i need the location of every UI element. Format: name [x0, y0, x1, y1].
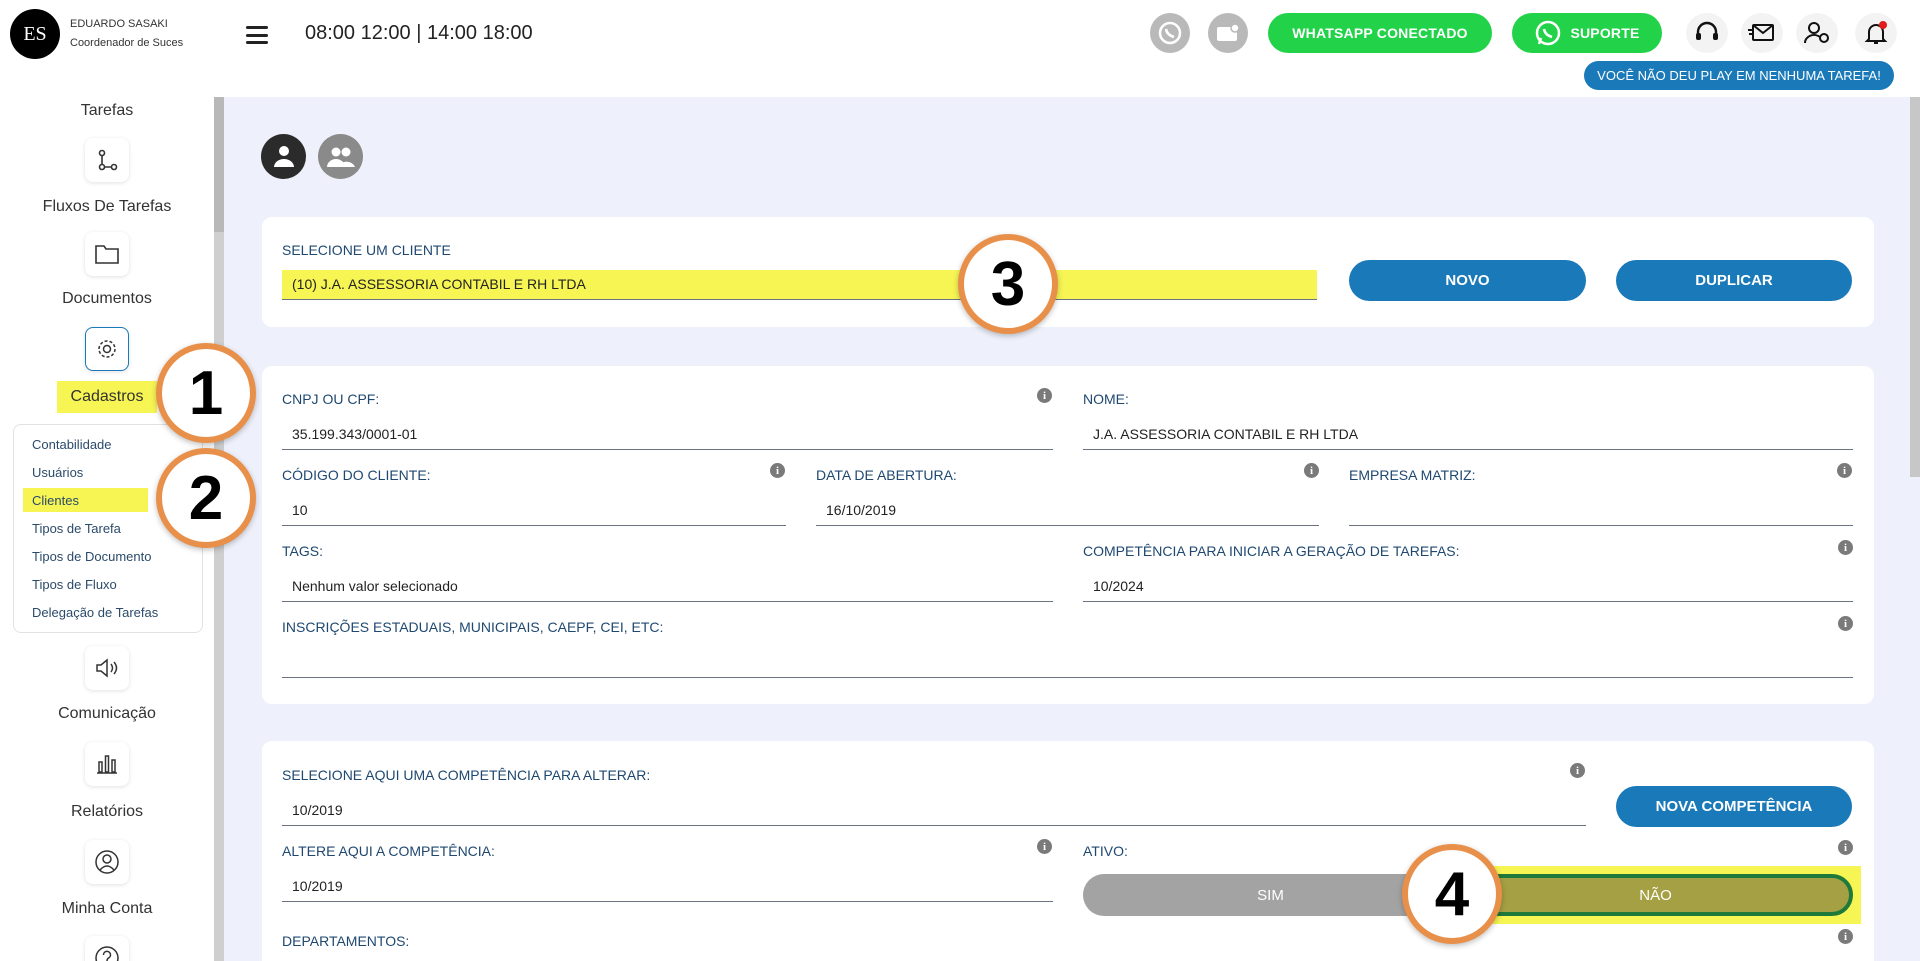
- cnpj-field[interactable]: 35.199.343/0001-01: [282, 420, 1053, 450]
- active-label: ATIVO:: [1083, 843, 1128, 859]
- headset-icon[interactable]: [1686, 13, 1728, 53]
- page-scrollbar-thumb[interactable]: [1910, 97, 1920, 477]
- competence-select-label: SELECIONE AQUI UMA COMPETÊNCIA PARA ALTE…: [282, 767, 651, 783]
- whatsapp-connected-button[interactable]: WHATSAPP CONECTADO: [1268, 13, 1492, 53]
- competence-alter-info-icon[interactable]: i: [1037, 839, 1052, 854]
- support-label: SUPORTE: [1570, 25, 1640, 41]
- opening-date-field[interactable]: 16/10/2019: [816, 496, 1319, 526]
- tags-select[interactable]: Nenhum valor selecionado: [282, 572, 1053, 602]
- client-select-label: SELECIONE UM CLIENTE: [282, 242, 451, 258]
- speaker-icon[interactable]: [85, 646, 129, 690]
- sidebar-item-tarefas[interactable]: Tarefas: [0, 102, 214, 120]
- callout-badge-4: 4: [1402, 844, 1502, 944]
- cnpj-info-icon[interactable]: i: [1037, 388, 1052, 403]
- sidebar-item-documentos[interactable]: Documentos: [0, 290, 214, 308]
- opening-date-label: DATA DE ABERTURA:: [816, 467, 957, 483]
- competence-select[interactable]: 10/2019: [282, 796, 1586, 826]
- competence-select-info-icon[interactable]: i: [1570, 763, 1585, 778]
- registrations-field[interactable]: [282, 648, 1853, 678]
- active-no-option[interactable]: NÃO: [1458, 874, 1853, 916]
- bar-chart-icon[interactable]: [85, 742, 129, 786]
- competence-alter-field[interactable]: 10/2019: [282, 872, 1053, 902]
- registrations-label: INSCRIÇÕES ESTADUAIS, MUNICIPAIS, CAEPF,…: [282, 619, 664, 635]
- user-name: EDUARDO SASAKI: [70, 18, 168, 30]
- top-bar: ES EDUARDO SASAKI Coordenador de Suces 0…: [0, 0, 1920, 97]
- folder-icon[interactable]: [85, 232, 129, 276]
- registrations-info-icon[interactable]: i: [1838, 616, 1853, 631]
- parent-company-field[interactable]: [1349, 496, 1853, 526]
- active-info-icon[interactable]: i: [1838, 840, 1853, 855]
- name-field[interactable]: J.A. ASSESSORIA CONTABIL E RH LTDA: [1083, 420, 1853, 450]
- competence-start-field[interactable]: 10/2024: [1083, 572, 1853, 602]
- opening-date-info-icon[interactable]: i: [1304, 463, 1319, 478]
- help-icon[interactable]: [85, 936, 129, 961]
- notification-bell-icon[interactable]: [1855, 13, 1897, 53]
- callout-badge-1: 1: [156, 343, 256, 443]
- departments-label: DEPARTAMENTOS:: [282, 933, 410, 949]
- departments-info-icon[interactable]: i: [1838, 929, 1853, 944]
- whatsapp-icon: [1536, 20, 1561, 46]
- competence-alter-label: ALTERE AQUI A COMPETÊNCIA:: [282, 843, 495, 859]
- single-user-view-icon[interactable]: [261, 134, 306, 179]
- user-role: Coordenador de Suces: [70, 37, 184, 49]
- duplicate-client-button[interactable]: DUPLICAR: [1616, 260, 1852, 301]
- mail-send-icon[interactable]: [1741, 13, 1783, 53]
- name-label: NOME:: [1083, 391, 1129, 407]
- sidebar-item-comunicacao[interactable]: Comunicação: [0, 705, 214, 723]
- callout-badge-2: 2: [156, 448, 256, 548]
- user-settings-icon[interactable]: [1796, 13, 1838, 53]
- client-code-info-icon[interactable]: i: [770, 463, 785, 478]
- flow-icon[interactable]: [85, 138, 129, 182]
- gear-icon[interactable]: [85, 327, 129, 371]
- tags-label: TAGS:: [282, 543, 323, 559]
- competence-start-label: COMPETÊNCIA PARA INICIAR A GERAÇÃO DE TA…: [1083, 543, 1460, 559]
- whatsapp-connected-label: WHATSAPP CONECTADO: [1292, 25, 1468, 41]
- sidebar-scrollbar-thumb[interactable]: [214, 97, 224, 232]
- sidebar-item-minha-conta[interactable]: Minha Conta: [0, 900, 214, 918]
- working-hours: 08:00 12:00 | 14:00 18:00: [305, 22, 533, 44]
- submenu-item-usuarios[interactable]: Usuários: [32, 465, 83, 480]
- submenu-item-contabilidade[interactable]: Contabilidade: [32, 437, 112, 452]
- client-select-input[interactable]: (10) J.A. ASSESSORIA CONTABIL E RH LTDA: [282, 270, 1317, 300]
- menu-toggle-icon[interactable]: [246, 26, 268, 44]
- avatar[interactable]: ES: [10, 9, 60, 59]
- group-users-view-icon[interactable]: [318, 134, 363, 179]
- mail-alert-icon[interactable]: [1208, 13, 1248, 53]
- support-button[interactable]: SUPORTE: [1512, 13, 1662, 53]
- submenu-item-tipos-documento[interactable]: Tipos de Documento: [32, 549, 151, 564]
- cnpj-label: CNPJ OU CPF:: [282, 391, 380, 407]
- client-code-field[interactable]: 10: [282, 496, 786, 526]
- submenu-item-clientes[interactable]: Clientes: [23, 488, 148, 512]
- callout-badge-3: 3: [958, 234, 1058, 334]
- sidebar-item-cadastros[interactable]: Cadastros: [57, 381, 157, 413]
- competence-start-info-icon[interactable]: i: [1838, 540, 1853, 555]
- sidebar-item-fluxos[interactable]: Fluxos De Tarefas: [0, 198, 214, 216]
- parent-company-label: EMPRESA MATRIZ:: [1349, 467, 1476, 483]
- new-competence-button[interactable]: NOVA COMPETÊNCIA: [1616, 786, 1852, 827]
- submenu-item-tipos-fluxo[interactable]: Tipos de Fluxo: [32, 577, 117, 592]
- sidebar-item-relatorios[interactable]: Relatórios: [0, 803, 214, 821]
- whatsapp-history-icon[interactable]: [1150, 13, 1190, 53]
- new-client-button[interactable]: NOVO: [1349, 260, 1586, 301]
- no-task-notice[interactable]: VOCÊ NÃO DEU PLAY EM NENHUMA TAREFA!: [1584, 61, 1894, 90]
- submenu-item-tipos-tarefa[interactable]: Tipos de Tarefa: [32, 521, 121, 536]
- user-circle-icon[interactable]: [85, 840, 129, 884]
- submenu-item-delegacao[interactable]: Delegação de Tarefas: [32, 605, 158, 620]
- client-code-label: CÓDIGO DO CLIENTE:: [282, 467, 431, 483]
- parent-company-info-icon[interactable]: i: [1837, 463, 1852, 478]
